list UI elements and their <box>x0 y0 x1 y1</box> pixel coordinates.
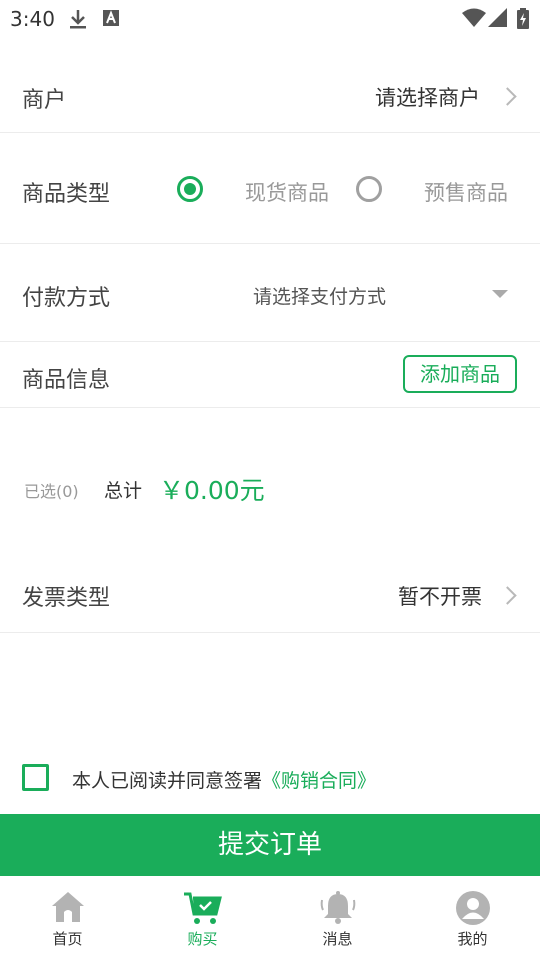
total-value: ￥0.00元 <box>159 476 265 505</box>
status-bar: 3:40 <box>0 0 540 38</box>
radio-in-stock[interactable] <box>177 176 203 202</box>
chevron-right-icon <box>498 586 517 605</box>
bottom-tab-bar: 首页 购买 消息 我的 <box>0 876 540 960</box>
tab-mine[interactable]: 我的 <box>405 876 540 960</box>
battery-icon <box>516 8 530 34</box>
selected-count: 已选(0) <box>24 482 79 501</box>
payment-select[interactable]: 请选择支付方式 <box>253 282 386 309</box>
merchant-value: 请选择商户 <box>375 86 480 110</box>
agreement-statement: 本人已阅读并同意签署 <box>72 770 263 792</box>
invoice-row[interactable]: 发票类型 暂不开票 <box>0 558 540 632</box>
tab-home-label: 首页 <box>52 930 83 948</box>
option-in-stock-label[interactable]: 现货商品 <box>245 177 329 207</box>
radio-presale[interactable] <box>356 176 382 202</box>
total-label: 总计 <box>104 480 143 502</box>
payment-label: 付款方式 <box>22 286 111 311</box>
dropdown-caret-icon <box>492 290 508 298</box>
agreement-checkbox[interactable] <box>22 764 49 791</box>
signal-icon <box>488 8 508 32</box>
option-presale-label[interactable]: 预售商品 <box>424 177 508 207</box>
tab-messages[interactable]: 消息 <box>270 876 405 960</box>
tab-messages-label: 消息 <box>322 930 353 948</box>
download-icon <box>68 8 88 34</box>
invoice-value: 暂不开票 <box>398 585 482 609</box>
product-info-label: 商品信息 <box>22 368 111 393</box>
product-type-label: 商品类型 <box>22 182 111 207</box>
tab-home[interactable]: 首页 <box>0 876 135 960</box>
merchant-label: 商户 <box>22 88 67 113</box>
product-type-row: 商品类型 现货商品 预售商品 <box>0 133 540 243</box>
chevron-right-icon <box>498 87 517 106</box>
status-time: 3:40 <box>10 7 55 31</box>
merchant-row[interactable]: 商户 请选择商户 <box>0 60 540 132</box>
divider <box>0 632 540 633</box>
payment-row[interactable]: 付款方式 请选择支付方式 <box>0 244 540 341</box>
tab-buy-label: 购买 <box>187 930 218 948</box>
agreement-text: 本人已阅读并同意签署《购销合同》 <box>72 766 376 793</box>
order-summary: 已选(0) 总计 ￥0.00元 <box>0 408 540 558</box>
submit-order-button[interactable]: 提交订单 <box>0 814 540 876</box>
a-icon <box>102 8 120 32</box>
tab-mine-label: 我的 <box>457 930 488 948</box>
add-product-button[interactable]: 添加商品 <box>403 355 517 393</box>
agreement-row: 本人已阅读并同意签署《购销合同》 <box>0 740 540 814</box>
wifi-icon <box>462 8 486 32</box>
tab-buy[interactable]: 购买 <box>135 876 270 960</box>
contract-link[interactable]: 《购销合同》 <box>262 770 376 792</box>
invoice-label: 发票类型 <box>22 586 111 611</box>
